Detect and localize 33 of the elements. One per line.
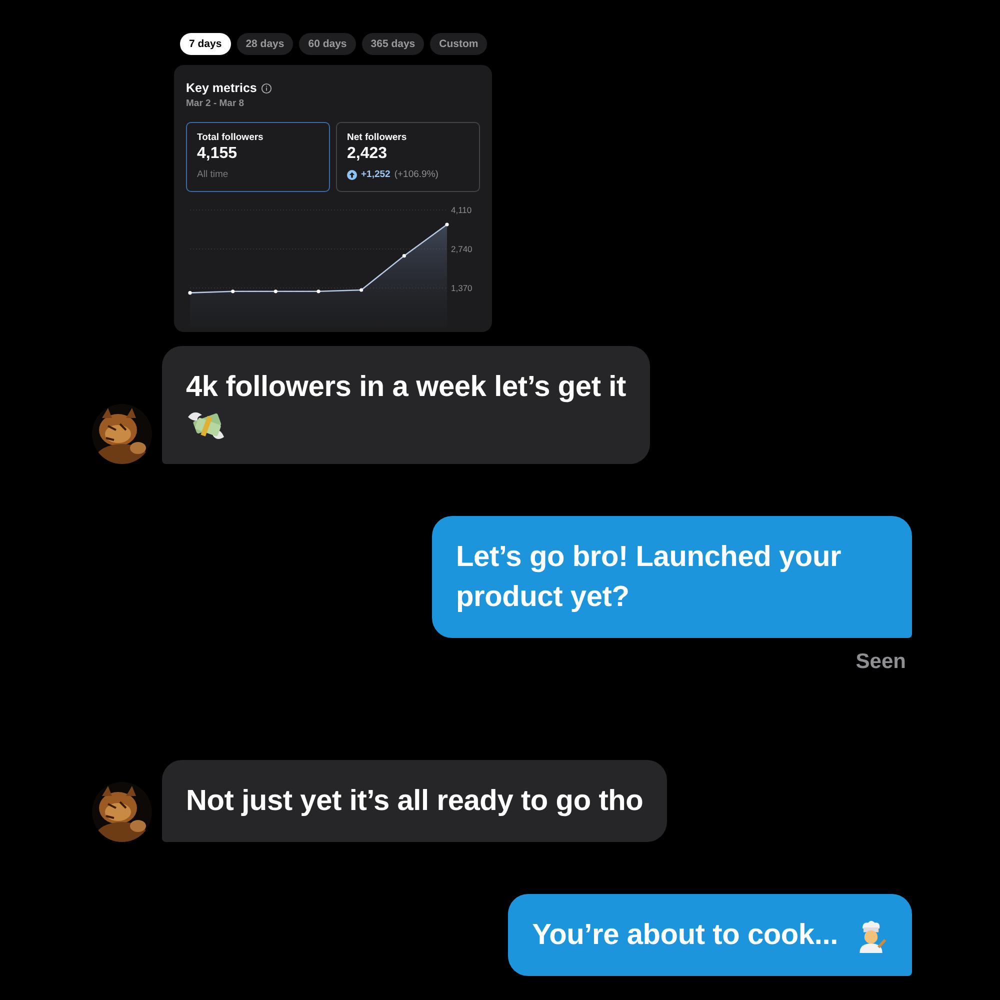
change-value: +1,252 (361, 169, 390, 180)
change-percent: (+106.9%) (394, 169, 438, 180)
axis-label: 2,740 (451, 244, 472, 254)
metric-label: Total followers (197, 132, 264, 143)
metric-note: All time (197, 169, 230, 180)
data-point (316, 290, 320, 294)
axis-label: 4,110 (451, 205, 472, 215)
message-text: Let’s go bro! Launched your product yet? (456, 541, 842, 613)
period-tab[interactable]: 7 days (180, 33, 231, 55)
metric-value: 4,155 (197, 145, 238, 163)
period-tab[interactable]: 28 days (236, 33, 294, 55)
read-receipt: Seen (856, 650, 906, 674)
metric-card[interactable]: Net followers 2,423 +1,252 (+106.9%) (336, 122, 480, 192)
period-tab[interactable]: 365 days (362, 33, 424, 55)
message-text: 4k followers in a week let’s get it (186, 371, 626, 403)
metric-value: 2,423 (347, 145, 388, 163)
panel-title: Key metrics (186, 81, 257, 95)
info-icon[interactable] (260, 82, 272, 94)
data-point (274, 290, 278, 294)
data-point (231, 290, 235, 294)
period-tab[interactable]: 60 days (299, 33, 356, 55)
metric-label: Net followers (347, 132, 408, 143)
data-point (188, 291, 192, 295)
date-range: Mar 2 - Mar 8 (186, 98, 246, 109)
metric-card[interactable]: Total followers 4,155 All time (186, 122, 330, 192)
data-point (402, 254, 406, 258)
data-point (445, 222, 449, 226)
up-arrow-icon (347, 170, 357, 180)
data-point (360, 288, 364, 292)
message-text: Not just yet it’s all ready to go tho (186, 785, 644, 817)
axis-label: 1,370 (451, 283, 472, 293)
period-tab[interactable]: Custom (430, 33, 488, 55)
message-text: You’re about to cook... (532, 919, 838, 951)
